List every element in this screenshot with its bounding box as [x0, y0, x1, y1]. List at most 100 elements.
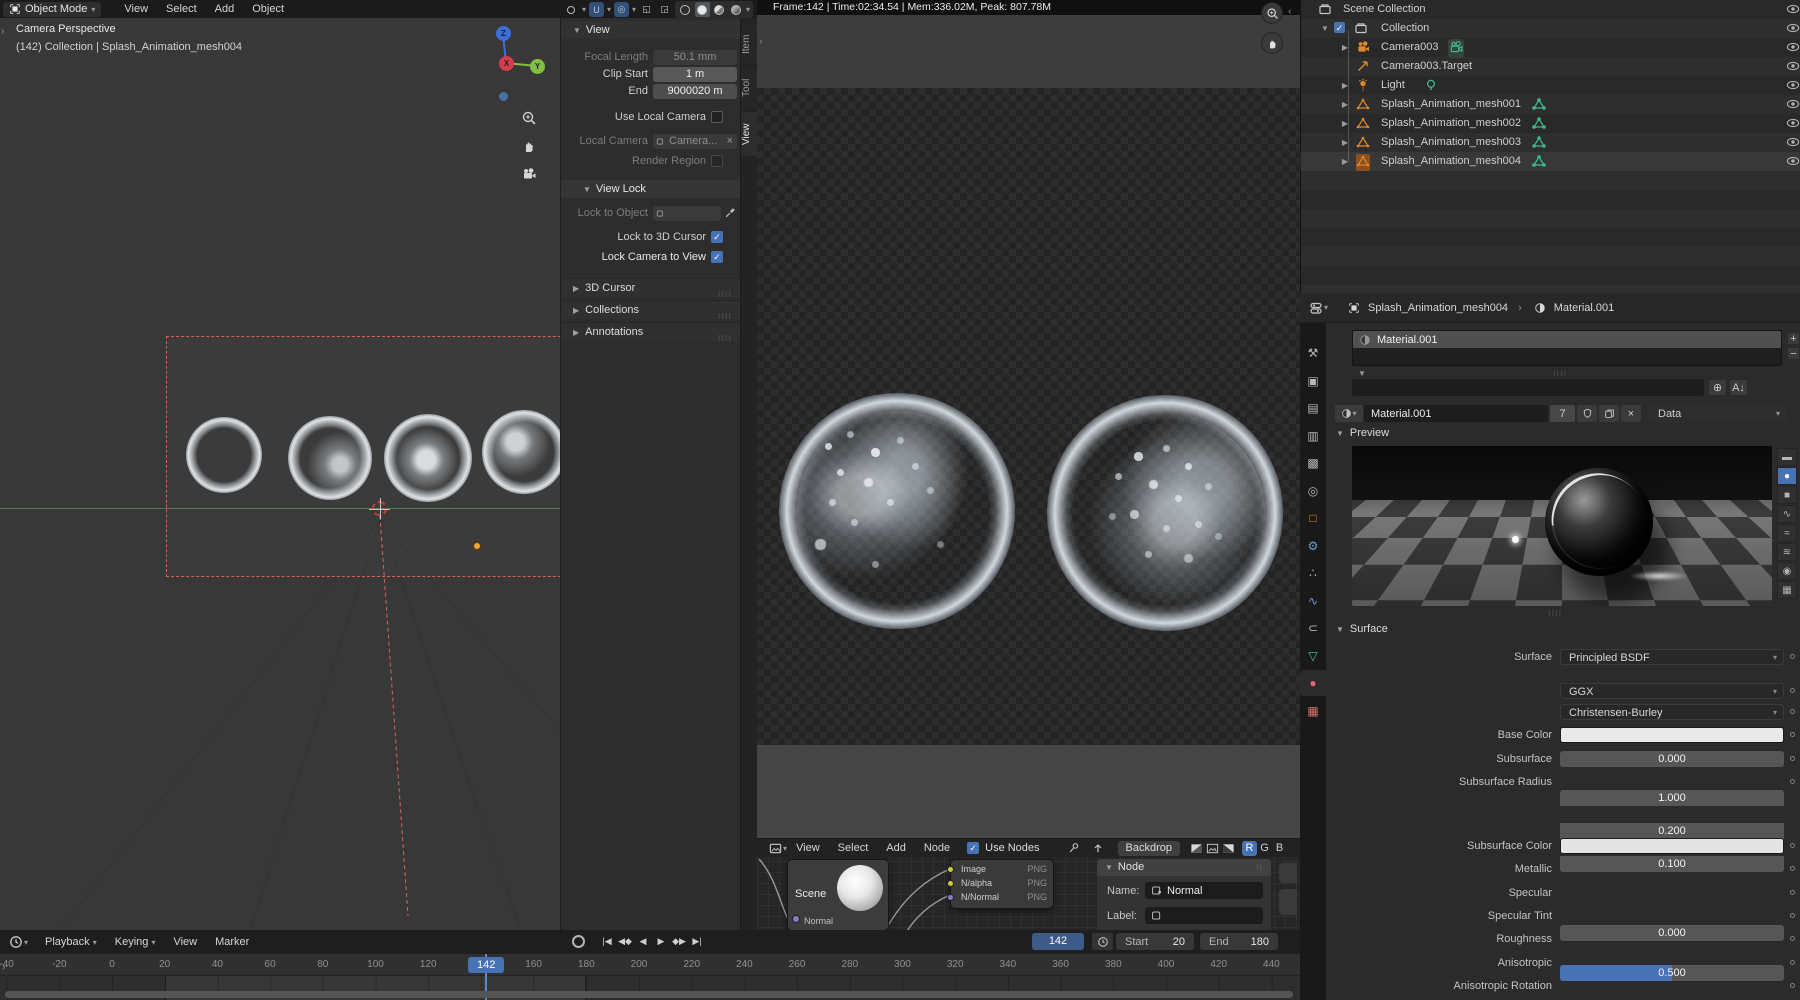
expand-arrow-icon[interactable]: ▶	[1340, 43, 1350, 52]
next-keyframe-button[interactable]: ◆▶	[670, 933, 688, 950]
surface-field-base-color[interactable]	[1560, 727, 1784, 743]
material-link-source-dropdown[interactable]: Data ▾	[1649, 405, 1786, 422]
display-color-alpha-icon[interactable]	[1188, 841, 1204, 856]
sidebar-tab-view[interactable]: View	[741, 112, 757, 156]
local-camera-field[interactable]: Camera... ×	[653, 134, 737, 149]
jump-to-start-button[interactable]: |◀	[598, 933, 616, 950]
current-frame-field[interactable]: 142	[1032, 933, 1084, 950]
preview-type-flat-button[interactable]: ▬	[1777, 448, 1797, 466]
gizmo-y-axis[interactable]: Y	[530, 59, 545, 74]
backdrop-button[interactable]: Backdrop	[1117, 840, 1181, 856]
node-menu-select[interactable]: Select	[829, 839, 878, 857]
panel-collapsed-3d-cursor[interactable]: ▶ 3D Cursor ⁝⁝⁝⁝	[561, 278, 740, 299]
light-data-icon[interactable]	[1424, 78, 1438, 95]
preview-type-fluid-button[interactable]: ≋	[1777, 543, 1797, 561]
surface-field-christensen-burley[interactable]: Christensen-Burley ▾	[1560, 704, 1784, 720]
panel-view-header[interactable]: ▼ View	[561, 21, 740, 39]
outliner-row-camera003[interactable]: ▶ Camera003	[1300, 38, 1800, 58]
breadcrumb-object[interactable]: Splash_Animation_mesh004	[1368, 302, 1508, 314]
animate-decorator-dot[interactable]	[1790, 779, 1795, 784]
drag-handle-dots[interactable]: ⁝⁝⁝⁝	[1553, 369, 1567, 378]
timeline-menu-keying[interactable]: Keying ▾	[106, 933, 165, 951]
splash-mesh-004-3d[interactable]	[482, 410, 566, 494]
region-expand-arrow[interactable]: ›	[2, 962, 5, 973]
slot-specials-icon[interactable]: ▼	[1358, 369, 1366, 378]
properties-tab-modifiers[interactable]: ⚙	[1300, 533, 1326, 559]
mesh-data-icon[interactable]	[1532, 154, 1546, 171]
animate-decorator-dot[interactable]	[1790, 913, 1795, 918]
expand-arrow-icon[interactable]: ▶	[1340, 81, 1350, 90]
lock-3d-cursor-checkbox[interactable]: ✓	[711, 231, 723, 243]
chevron-down-icon[interactable]: ▾	[746, 5, 750, 14]
use-local-camera-checkbox[interactable]	[711, 111, 723, 123]
proportional-editing-icon[interactable]	[564, 2, 579, 17]
outliner-row-collection[interactable]: ▼ ✓ Collection	[1300, 19, 1800, 38]
node-label-field[interactable]	[1145, 907, 1263, 924]
expand-arrow-icon[interactable]: ▶	[1340, 119, 1350, 128]
mesh-data-icon[interactable]	[1532, 116, 1546, 133]
mode-selector[interactable]: Object Mode ▾	[3, 1, 102, 17]
lock-to-object-field[interactable]	[653, 206, 721, 221]
fake-user-shield-icon[interactable]	[1577, 405, 1597, 422]
surface-field-surface[interactable]: Principled BSDF ▾	[1560, 649, 1784, 665]
timeline[interactable]: ▾ Playback ▾ Keying ▾ View Marker |◀ ◀◆ ◀ ▶…	[0, 930, 1300, 1000]
prev-keyframe-button[interactable]: ◀◆	[616, 933, 634, 950]
material-browse-field[interactable]	[1352, 379, 1704, 396]
slot-add-button[interactable]: +	[1787, 332, 1800, 345]
surface-field-subsurface-radius[interactable]: 0.200	[1560, 823, 1784, 839]
node-menu-view[interactable]: View	[787, 839, 829, 857]
camera-view-icon[interactable]	[521, 166, 537, 182]
hide-eye-icon[interactable]	[1786, 97, 1800, 114]
outliner[interactable]: Scene Collection ▼ ✓ Collection ▶ Camera003 Ca…	[1300, 0, 1800, 293]
slot-remove-button[interactable]: −	[1787, 347, 1800, 360]
hide-eye-icon[interactable]	[1786, 2, 1800, 19]
light-origin-dot[interactable]	[474, 543, 480, 549]
hide-eye-icon[interactable]	[1786, 78, 1800, 95]
shading-solid-icon[interactable]	[694, 2, 710, 17]
menu-select[interactable]: Select	[157, 0, 206, 18]
properties-tab-tool[interactable]: ⚒	[1300, 340, 1326, 366]
clip-end-field[interactable]: 9000020 m	[653, 84, 737, 99]
outliner-row-splash-animation-mesh001[interactable]: ▶ Splash_Animation_mesh001	[1300, 95, 1800, 114]
panel-collapsed-annotations[interactable]: ▶ Annotations ⁝⁝⁝⁝	[561, 322, 740, 343]
animate-decorator-dot[interactable]	[1790, 843, 1795, 848]
sidebar-tab-tool[interactable]: Tool	[741, 68, 757, 108]
preview-panel-header[interactable]: ▼ Preview	[1336, 427, 1389, 439]
surface-field-subsurface[interactable]: 0.000	[1560, 751, 1784, 767]
file-output-node[interactable]: Image PNG N/alpha PNG N/Normal PNG	[947, 859, 1054, 909]
hide-eye-icon[interactable]	[1786, 135, 1800, 152]
use-nodes-checkbox[interactable]: ✓	[967, 842, 980, 854]
animate-decorator-dot[interactable]	[1790, 732, 1795, 737]
node-panel-tab-stub[interactable]	[1279, 889, 1297, 915]
preview-type-cube-button[interactable]: ■	[1777, 486, 1797, 504]
display-alpha-icon[interactable]	[1220, 841, 1236, 856]
panel-resize-dots[interactable]: ⁝⁝⁝⁝	[1548, 609, 1562, 618]
focal-length-field[interactable]: 50.1 mm	[653, 50, 737, 65]
unlink-x-icon[interactable]: ×	[1621, 405, 1641, 422]
surface-field-metallic[interactable]: 0.000	[1560, 925, 1784, 941]
hide-eye-icon[interactable]	[1786, 116, 1800, 133]
output-node-socket-row[interactable]: Image PNG	[947, 864, 1053, 877]
timeline-scrollbar[interactable]	[5, 991, 1293, 998]
preview-type-shaderball-button[interactable]: ◉	[1777, 562, 1797, 580]
mesh-data-icon[interactable]	[1532, 97, 1546, 114]
splash-mesh-001-3d[interactable]	[186, 417, 262, 493]
panel-collapsed-collections[interactable]: ▶ Collections ⁝⁝⁝⁝	[561, 300, 740, 321]
channel-r-button[interactable]: R	[1242, 840, 1258, 856]
normal-output-socket[interactable]	[792, 915, 800, 923]
preview-type-sphere-button[interactable]: ●	[1777, 467, 1797, 485]
preview-type-checker-button[interactable]: ▦	[1777, 581, 1797, 599]
properties-tab-scene[interactable]: ▩	[1300, 450, 1326, 476]
region-expand-arrow[interactable]: ›	[759, 36, 762, 47]
display-color-icon[interactable]	[1204, 841, 1220, 856]
material-name-field[interactable]: Material.001	[1364, 405, 1548, 422]
channel-g-button[interactable]: G	[1257, 841, 1272, 856]
properties-tab-particles[interactable]: ∴	[1300, 560, 1326, 586]
toolbar-expand-arrow[interactable]: ›	[1, 26, 4, 37]
gizmo-z-axis[interactable]: Z	[496, 26, 511, 41]
shading-rendered-icon[interactable]	[729, 2, 744, 17]
snap-magnet-icon[interactable]: U	[588, 2, 604, 17]
gizmo-x-axis[interactable]: X	[499, 56, 514, 71]
frame-start-field[interactable]: Start 20	[1116, 933, 1194, 950]
zoom-tool-icon[interactable]	[521, 110, 537, 126]
